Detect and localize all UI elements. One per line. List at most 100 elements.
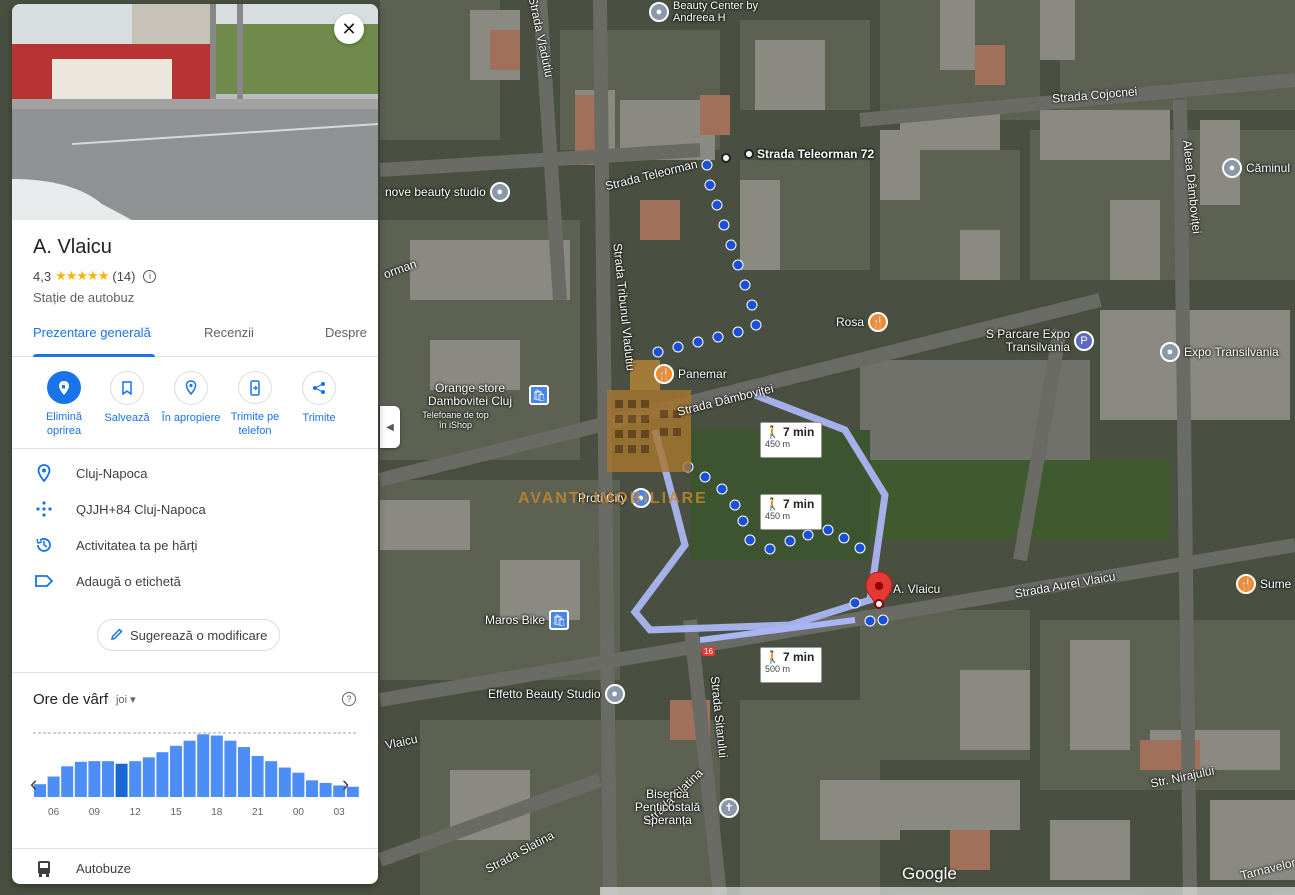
info-icon[interactable]: i bbox=[143, 269, 157, 283]
peak-bar[interactable] bbox=[142, 757, 155, 797]
label-icon bbox=[12, 574, 76, 588]
peak-tick-label: 03 bbox=[334, 807, 346, 818]
tab-bar: Prezentare generală Recenzii Despre bbox=[12, 325, 378, 357]
church-icon: ✝ bbox=[719, 797, 739, 818]
tab-reviews[interactable]: Recenzii bbox=[204, 325, 254, 340]
poi-expo-transilvania[interactable]: ● Expo Transilvania bbox=[1160, 342, 1279, 362]
peak-bar[interactable] bbox=[129, 761, 142, 797]
peak-bar[interactable] bbox=[47, 776, 60, 797]
poi-biserica[interactable]: Biserica Penticostală Speranța ✝ bbox=[620, 788, 739, 827]
place-category[interactable]: Stație de autobuz bbox=[33, 290, 378, 305]
poi-effetto-beauty[interactable]: Effetto Beauty Studio ● bbox=[488, 684, 625, 704]
rating-value: 4,3 bbox=[33, 268, 52, 284]
street-label: Strada Teleorman 72 bbox=[757, 147, 875, 161]
bus-icon bbox=[12, 860, 76, 878]
star-rating-icon: ★★★★★ bbox=[55, 268, 109, 283]
peak-bar[interactable] bbox=[224, 740, 237, 797]
pencil-icon bbox=[110, 627, 124, 644]
poi-panemar[interactable]: 🍴 Panemar bbox=[654, 364, 727, 384]
walk-time-box[interactable]: 🚶 7 min 450 m bbox=[760, 494, 822, 530]
peak-bar[interactable] bbox=[278, 767, 291, 797]
place-title: A. Vlaicu bbox=[33, 236, 112, 258]
poi-orange-store[interactable]: Orange store Dambovitei Cluj 🛍 bbox=[415, 382, 549, 408]
peak-tick-label: 00 bbox=[293, 807, 305, 818]
bus-line-badge: 16 bbox=[702, 647, 715, 656]
help-icon[interactable]: ? bbox=[342, 692, 356, 706]
info-activity[interactable]: Activitatea ta pe hărți bbox=[12, 527, 378, 563]
watermark-text: AVANTI IMOBILIARE bbox=[518, 490, 708, 507]
parking-icon: P bbox=[1074, 331, 1094, 351]
peak-bar[interactable] bbox=[238, 747, 250, 797]
street-photo bbox=[12, 4, 378, 220]
peak-bar[interactable] bbox=[265, 761, 278, 797]
rating-row: 4,3 ★★★★★ (14) i bbox=[33, 268, 378, 284]
tab-about[interactable]: Despre bbox=[325, 325, 367, 340]
tab-overview[interactable]: Prezentare generală bbox=[33, 325, 151, 340]
info-add-label[interactable]: Adaugă o etichetă bbox=[12, 563, 378, 599]
destination-label[interactable]: A. Vlaicu bbox=[893, 582, 940, 596]
walk-time-box[interactable]: 🚶 7 min 500 m bbox=[760, 647, 822, 683]
peak-bar[interactable] bbox=[183, 740, 196, 797]
peak-bar[interactable] bbox=[88, 761, 101, 797]
poi-parcare-expo[interactable]: P S Parcare Expo Transilvania bbox=[975, 328, 1094, 354]
suggest-edit-button[interactable]: Sugerează o modificare bbox=[97, 619, 281, 651]
peak-hours-section: Ore de vârf joi ▾ ? 06 09 12 15 18 21 00 03 ‹ › bbox=[12, 689, 378, 839]
peak-tick-label: 09 bbox=[89, 807, 101, 818]
peak-bar[interactable] bbox=[74, 761, 87, 797]
peak-hours-chart: 06 09 12 15 18 21 00 03 ‹ › bbox=[12, 719, 378, 839]
save-button[interactable]: Salvează bbox=[95, 371, 159, 438]
peak-bar[interactable] bbox=[115, 763, 128, 797]
walking-icon: 🚶 bbox=[765, 497, 780, 511]
pin-icon: ● bbox=[1160, 342, 1180, 362]
pin-icon: ● bbox=[649, 2, 669, 22]
remove-stop-button[interactable]: Elimină oprirea bbox=[32, 371, 96, 438]
location-pin-icon bbox=[12, 464, 76, 482]
peak-hours-title: Ore de vârf bbox=[33, 690, 109, 708]
day-selector[interactable]: joi ▾ bbox=[116, 693, 136, 706]
share-button[interactable]: Trimite bbox=[287, 371, 351, 438]
poi-caminul[interactable]: ● Căminul bbox=[1222, 158, 1290, 178]
buses-row[interactable]: Autobuze bbox=[12, 848, 378, 884]
peak-bar[interactable] bbox=[102, 761, 114, 797]
send-to-phone-button[interactable]: Trimite pe telefon bbox=[223, 371, 287, 438]
info-list: Cluj-Napoca QJJH+84 Cluj-Napoca Activita… bbox=[12, 449, 378, 673]
poi-beauty-center[interactable]: ● Beauty Center by Andreea H bbox=[649, 0, 763, 24]
poi-sublabel: Telefoane de top în iShop bbox=[422, 410, 489, 430]
close-icon: ✕ bbox=[341, 18, 357, 39]
walk-time-box[interactable]: 🚶 7 min 450 m bbox=[760, 422, 822, 458]
phone-icon bbox=[238, 371, 272, 404]
peak-bar[interactable] bbox=[319, 782, 332, 797]
peak-bar[interactable] bbox=[306, 780, 318, 797]
peak-tick-label: 18 bbox=[211, 807, 223, 818]
attribution-bar bbox=[600, 887, 1295, 895]
restaurant-icon: 🍴 bbox=[1236, 574, 1256, 594]
peak-bar[interactable] bbox=[197, 734, 210, 797]
restaurant-icon: 🍴 bbox=[868, 312, 889, 332]
poi-nove-beauty[interactable]: ● nove beauty studio bbox=[385, 182, 510, 202]
info-plus-code[interactable]: QJJH+84 Cluj-Napoca bbox=[12, 491, 378, 527]
review-count[interactable]: (14) bbox=[112, 269, 135, 284]
poi-sume[interactable]: 🍴 Sume bbox=[1236, 574, 1291, 594]
peak-bar[interactable] bbox=[170, 745, 182, 797]
peak-tick-label: 21 bbox=[252, 807, 264, 818]
poi-rosa[interactable]: 🍴 Rosa bbox=[836, 312, 889, 332]
collapse-panel-button[interactable]: ◀ bbox=[380, 406, 400, 448]
info-address[interactable]: Cluj-Napoca bbox=[12, 455, 378, 491]
peak-tick-label: 12 bbox=[130, 807, 142, 818]
nearby-button[interactable]: În apropiere bbox=[159, 371, 223, 438]
peak-bar[interactable] bbox=[61, 766, 74, 797]
close-button[interactable]: ✕ bbox=[334, 14, 364, 44]
peak-bar[interactable] bbox=[251, 756, 264, 797]
peak-bar[interactable] bbox=[210, 735, 223, 797]
place-photo[interactable]: ✕ bbox=[12, 4, 378, 220]
chevron-left-icon[interactable]: ‹ bbox=[30, 771, 37, 797]
chevron-right-icon[interactable]: › bbox=[342, 771, 349, 797]
walking-icon: 🚶 bbox=[765, 425, 780, 439]
peak-bar[interactable] bbox=[156, 752, 169, 797]
pin-icon: ● bbox=[1222, 158, 1242, 178]
shop-icon: 🛍 bbox=[549, 610, 570, 630]
chevron-left-icon: ◀ bbox=[386, 421, 394, 433]
poi-maros-bike[interactable]: Maros Bike 🛍 bbox=[485, 610, 570, 630]
peak-bar[interactable] bbox=[292, 772, 305, 797]
place-panel: ✕ A. Vlaicu 4,3 ★★★★★ (14) i Stație de a… bbox=[12, 4, 378, 884]
